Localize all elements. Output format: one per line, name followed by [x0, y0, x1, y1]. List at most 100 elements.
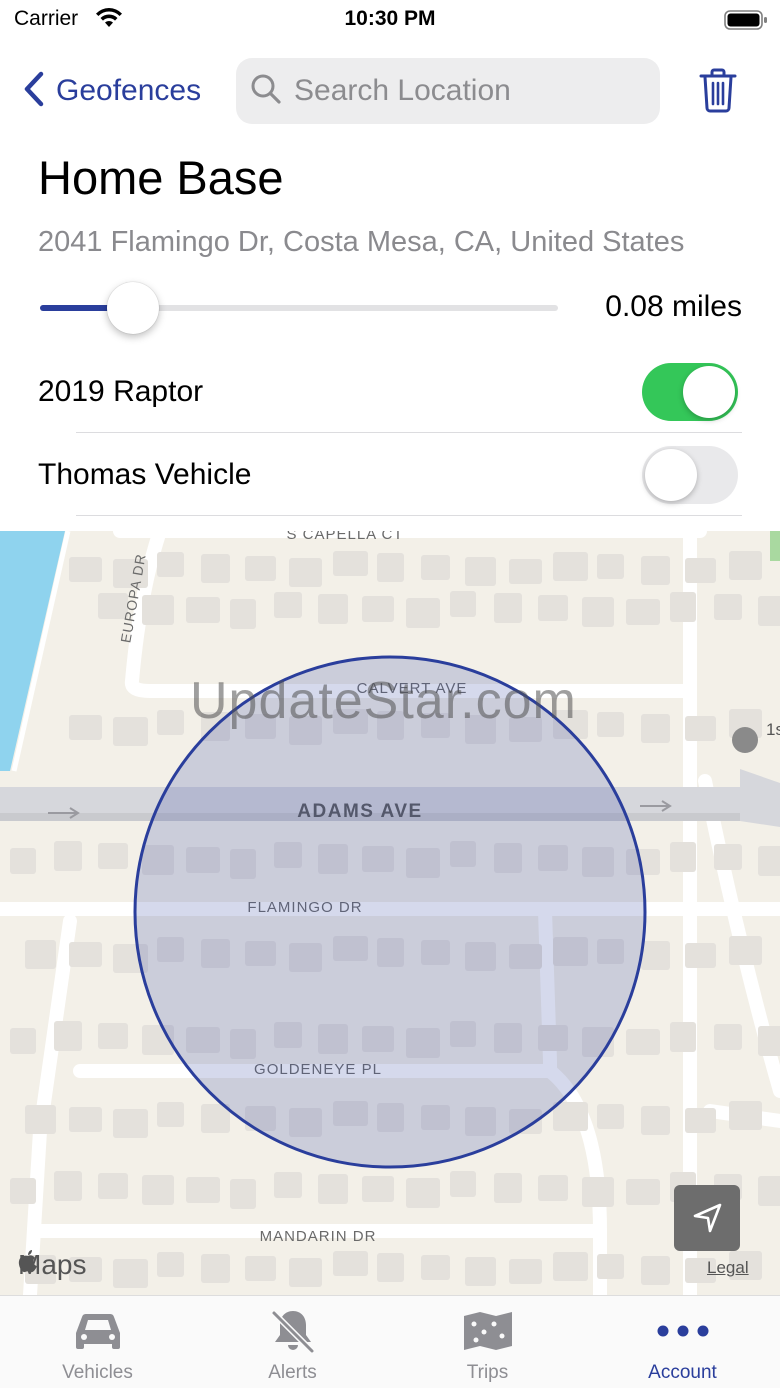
chevron-left-icon — [22, 71, 44, 112]
more-icon — [656, 1324, 710, 1343]
tab-bar: Vehicles Alerts Trips Account — [0, 1295, 780, 1388]
radius-value: 0.08 miles — [605, 290, 742, 323]
tab-vehicles[interactable]: Vehicles — [0, 1296, 195, 1388]
building — [274, 592, 302, 618]
map-canvas: S CAPELLA CT EUROPA DR CALVERT AVE ADAMS… — [0, 531, 780, 1295]
poi-label: 1s A — [766, 720, 780, 739]
building — [553, 1102, 588, 1131]
building — [377, 1253, 404, 1282]
car-poi-icon[interactable] — [732, 727, 758, 753]
building — [406, 1178, 440, 1208]
toggle-knob — [683, 366, 735, 418]
street-label: S CAPELLA CT — [286, 531, 403, 543]
building — [758, 1026, 780, 1056]
building — [553, 552, 588, 581]
building — [377, 553, 404, 582]
building — [553, 1252, 588, 1281]
delete-button[interactable] — [698, 67, 738, 118]
building — [157, 1252, 184, 1277]
building — [245, 1256, 276, 1281]
divider — [76, 432, 742, 433]
building — [362, 1176, 394, 1202]
building — [641, 556, 670, 585]
building — [142, 1175, 174, 1205]
park-area — [770, 531, 780, 561]
building — [69, 942, 102, 967]
building — [670, 1022, 696, 1052]
tab-alerts[interactable]: Alerts — [195, 1296, 390, 1388]
back-button[interactable]: Geofences — [22, 71, 201, 111]
building — [10, 848, 36, 874]
building — [670, 592, 696, 622]
building — [582, 1177, 614, 1207]
geofence-circle[interactable] — [133, 655, 647, 1169]
building — [98, 1023, 128, 1049]
vehicle-row: Thomas Vehicle — [38, 434, 742, 516]
building — [289, 1258, 322, 1287]
divider — [76, 515, 742, 516]
tab-label: Trips — [466, 1362, 509, 1383]
tab-label: Account — [648, 1362, 717, 1383]
tab-label: Vehicles — [62, 1362, 133, 1383]
river — [0, 531, 65, 771]
building — [641, 1106, 670, 1135]
building — [54, 1171, 82, 1201]
building — [597, 1254, 624, 1279]
building — [714, 1024, 742, 1050]
building — [54, 1021, 82, 1051]
maps-attribution: Maps — [18, 1249, 86, 1281]
toggle-knob — [645, 449, 697, 501]
building — [157, 710, 184, 735]
building — [626, 1029, 660, 1055]
building — [54, 841, 82, 871]
back-label: Geofences — [56, 74, 202, 107]
building — [626, 1179, 660, 1205]
building — [714, 844, 742, 870]
building — [333, 551, 368, 576]
radius-slider[interactable] — [40, 282, 560, 334]
street-label: MANDARIN DR — [260, 1228, 377, 1245]
map-view[interactable]: S CAPELLA CT EUROPA DR CALVERT AVE ADAMS… — [0, 531, 780, 1295]
search-bar[interactable] — [236, 58, 660, 124]
building — [274, 1172, 302, 1198]
building — [494, 593, 522, 623]
vehicle-name: 2019 Raptor — [38, 375, 204, 408]
building — [465, 557, 496, 586]
building — [758, 846, 780, 876]
vehicle-toggle[interactable] — [642, 446, 738, 504]
building — [406, 598, 440, 628]
building — [25, 1105, 56, 1134]
building — [201, 1254, 230, 1283]
vehicle-row: 2019 Raptor — [38, 351, 742, 433]
vehicle-toggle[interactable] — [642, 363, 738, 421]
building — [509, 1259, 542, 1284]
building — [597, 1104, 624, 1129]
building — [538, 1175, 568, 1201]
building — [157, 552, 184, 577]
search-input[interactable] — [292, 73, 646, 109]
building — [186, 597, 220, 623]
building — [98, 1173, 128, 1199]
building — [421, 555, 450, 580]
building — [685, 1108, 716, 1133]
building — [729, 1101, 762, 1130]
building — [113, 717, 148, 746]
locate-me-button[interactable] — [674, 1185, 740, 1251]
building — [641, 714, 670, 743]
building — [10, 1028, 36, 1054]
building — [142, 595, 174, 625]
map-icon — [462, 1310, 514, 1357]
tab-trips[interactable]: Trips — [390, 1296, 585, 1388]
building — [289, 558, 322, 587]
building — [69, 1107, 102, 1132]
geofence-address: 2041 Flamingo Dr, Costa Mesa, CA, United… — [38, 226, 685, 258]
building — [450, 591, 476, 617]
legal-link[interactable]: Legal — [707, 1258, 749, 1278]
car-icon — [72, 1309, 124, 1358]
tab-account[interactable]: Account — [585, 1296, 780, 1388]
building — [69, 715, 102, 740]
building — [509, 559, 542, 584]
building — [465, 1257, 496, 1286]
building — [245, 556, 276, 581]
slider-thumb[interactable] — [107, 282, 160, 334]
